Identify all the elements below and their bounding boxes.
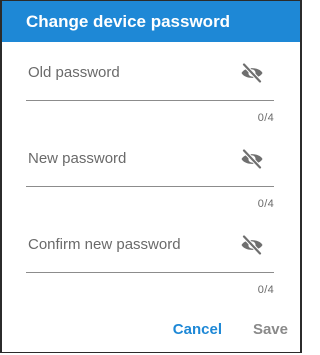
save-button[interactable]: Save [253, 321, 288, 338]
new-password-field[interactable]: New password 0/4 [26, 134, 274, 210]
old-password-field[interactable]: Old password 0/4 [26, 48, 274, 124]
confirm-password-underline [26, 272, 274, 273]
confirm-password-field[interactable]: Confirm new password 0/4 [26, 220, 274, 296]
new-password-counter: 0/4 [257, 198, 274, 210]
dialog-actions: Cancel Save [2, 315, 300, 345]
change-password-dialog: Change device password Old password 0/4 … [0, 0, 302, 353]
new-password-label: New password [28, 150, 127, 167]
new-password-underline [26, 186, 274, 187]
dialog-header: Change device password [2, 1, 300, 42]
old-password-label: Old password [28, 64, 120, 81]
old-password-counter: 0/4 [257, 112, 274, 124]
cancel-button[interactable]: Cancel [173, 321, 222, 338]
eye-off-icon[interactable] [240, 149, 264, 169]
confirm-password-label: Confirm new password [28, 236, 181, 253]
confirm-password-counter: 0/4 [257, 284, 274, 296]
old-password-underline [26, 100, 274, 101]
eye-off-icon[interactable] [240, 63, 264, 83]
eye-off-icon[interactable] [240, 235, 264, 255]
dialog-title: Change device password [26, 12, 231, 31]
